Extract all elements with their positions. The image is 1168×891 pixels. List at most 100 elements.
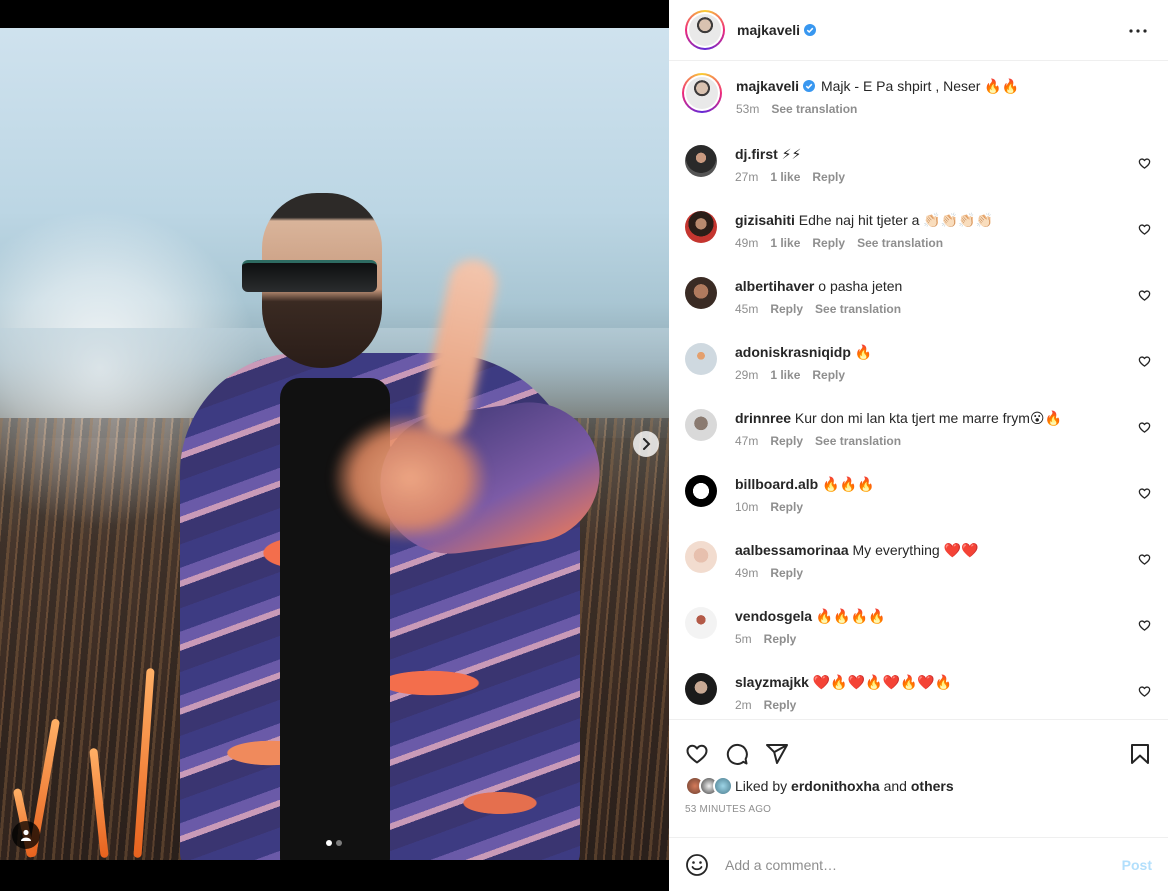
verified-icon [804, 24, 817, 36]
photo-person [170, 178, 609, 860]
comment-text: 🔥🔥🔥 [822, 476, 875, 492]
commenter-username[interactable]: billboard.alb [735, 476, 818, 492]
heart-icon[interactable] [1138, 487, 1151, 500]
heart-icon[interactable] [1138, 619, 1151, 632]
heart-icon[interactable] [1138, 223, 1151, 236]
author-avatar[interactable] [682, 73, 722, 113]
liker-avatars[interactable] [685, 776, 733, 796]
author-username[interactable]: majkaveli [737, 22, 800, 38]
caption-text: Majk - E Pa shpirt , Neser 🔥🔥 [820, 78, 1020, 94]
comment-row: dj.first ⚡⚡ 27m 1 like Reply [669, 127, 1168, 193]
comment-time[interactable]: 29m [735, 368, 758, 382]
liked-by-others[interactable]: others [911, 778, 954, 794]
comment-row: billboard.alb 🔥🔥🔥 10m Reply [669, 457, 1168, 523]
commenter-username[interactable]: vendosgela [735, 608, 812, 624]
commenter-avatar[interactable] [685, 211, 717, 243]
comment-time[interactable]: 45m [735, 302, 758, 316]
carousel-next-button[interactable] [633, 431, 659, 457]
commenter-username[interactable]: albertihaver [735, 278, 814, 294]
comment-time[interactable]: 47m [735, 434, 758, 448]
more-icon [1129, 29, 1147, 33]
commenter-avatar[interactable] [685, 343, 717, 375]
see-translation-link[interactable]: See translation [771, 102, 857, 116]
heart-icon[interactable] [1138, 553, 1151, 566]
commenter-avatar[interactable] [685, 409, 717, 441]
post-comment-button[interactable]: Post [1122, 857, 1152, 873]
heart-icon[interactable] [1138, 421, 1151, 434]
commenter-avatar[interactable] [685, 277, 717, 309]
comment-text: ❤️🔥❤️🔥❤️🔥❤️🔥 [812, 674, 953, 690]
see-translation-link[interactable]: See translation [857, 236, 943, 250]
comment-row: gizisahiti Edhe naj hit tjeter a 👏🏻👏🏻👏🏻👏… [669, 193, 1168, 259]
commenter-avatar[interactable] [685, 541, 717, 573]
comment-row: drinnree Kur don mi lan kta tjert me mar… [669, 391, 1168, 457]
comment-text: o pasha jeten [818, 278, 903, 294]
comments-list[interactable]: majkaveli Majk - E Pa shpirt , Neser 🔥🔥 … [669, 61, 1168, 719]
comment-text: 🔥🔥🔥🔥 [815, 608, 886, 624]
liked-by-and: and [883, 778, 907, 794]
comment-row: vendosgela 🔥🔥🔥🔥 5m Reply [669, 589, 1168, 655]
comment-row: slayzmajkk ❤️🔥❤️🔥❤️🔥❤️🔥 2m Reply [669, 655, 1168, 719]
carousel-dot [326, 840, 332, 846]
see-translation-link[interactable]: See translation [815, 302, 901, 316]
comment-time[interactable]: 49m [735, 236, 758, 250]
comment-time[interactable]: 10m [735, 500, 758, 514]
commenter-avatar[interactable] [685, 673, 717, 705]
comment-time[interactable]: 27m [735, 170, 758, 184]
comment-text: ⚡⚡ [781, 146, 802, 162]
commenter-avatar[interactable] [685, 607, 717, 639]
reply-button[interactable]: Reply [812, 236, 845, 250]
user-tags-button[interactable] [12, 821, 40, 849]
comment-input[interactable] [725, 856, 1112, 873]
emoji-icon[interactable] [685, 853, 709, 877]
caption-username[interactable]: majkaveli [736, 78, 799, 94]
liked-by-user[interactable]: erdonithoxha [791, 778, 880, 794]
share-icon[interactable] [765, 742, 789, 766]
comment-text: Kur don mi lan kta tjert me marre frym😮🔥 [794, 410, 1062, 426]
comment-icon[interactable] [725, 742, 749, 766]
reply-button[interactable]: Reply [764, 698, 797, 712]
comment-row: albertihaver o pasha jeten 45m Reply See tr… [669, 259, 1168, 325]
heart-icon[interactable] [1138, 685, 1151, 698]
caption-time: 53m [736, 102, 760, 116]
post-header: majkaveli [669, 0, 1168, 61]
comment-time[interactable]: 5m [735, 632, 752, 646]
commenter-username[interactable]: aalbessamorinaa [735, 542, 849, 558]
reply-button[interactable]: Reply [770, 500, 803, 514]
commenter-avatar[interactable] [685, 145, 717, 177]
comment-row: aalbessamorinaa My everything ❤️❤️ 49m Rep… [669, 523, 1168, 589]
comment-likes[interactable]: 1 like [770, 170, 800, 184]
author-avatar[interactable] [685, 10, 725, 50]
post-photo[interactable] [0, 28, 669, 860]
commenter-username[interactable]: gizisahiti [735, 212, 795, 228]
commenter-username[interactable]: adoniskrasniqidp [735, 344, 851, 360]
comment-time[interactable]: 2m [735, 698, 752, 712]
likes-summary: Liked by erdonithoxha and others [669, 774, 1168, 798]
reply-button[interactable]: Reply [812, 170, 845, 184]
post-timestamp[interactable]: 53 MINUTES AGO [669, 804, 1168, 815]
reply-button[interactable]: Reply [812, 368, 845, 382]
comment-likes[interactable]: 1 like [770, 368, 800, 382]
bookmark-icon[interactable] [1128, 742, 1152, 766]
comment-text: Edhe naj hit tjeter a 👏🏻👏🏻👏🏻👏🏻 [798, 212, 994, 228]
comment-likes[interactable]: 1 like [770, 236, 800, 250]
commenter-username[interactable]: slayzmajkk [735, 674, 809, 690]
heart-icon[interactable] [1138, 157, 1151, 170]
reply-button[interactable]: Reply [770, 302, 803, 316]
heart-icon[interactable] [685, 742, 709, 766]
commenter-username[interactable]: drinnree [735, 410, 791, 426]
more-options-button[interactable] [1128, 21, 1148, 41]
heart-icon[interactable] [1138, 289, 1151, 302]
carousel-indicator [326, 840, 342, 846]
comment-time[interactable]: 49m [735, 566, 758, 580]
commenter-avatar[interactable] [685, 475, 717, 507]
see-translation-link[interactable]: See translation [815, 434, 901, 448]
reply-button[interactable]: Reply [770, 566, 803, 580]
chevron-right-icon [643, 438, 651, 450]
post-media [0, 0, 669, 891]
commenter-username[interactable]: dj.first [735, 146, 778, 162]
reply-button[interactable]: Reply [770, 434, 803, 448]
heart-icon[interactable] [1138, 355, 1151, 368]
reply-button[interactable]: Reply [764, 632, 797, 646]
carousel-dot [336, 840, 342, 846]
